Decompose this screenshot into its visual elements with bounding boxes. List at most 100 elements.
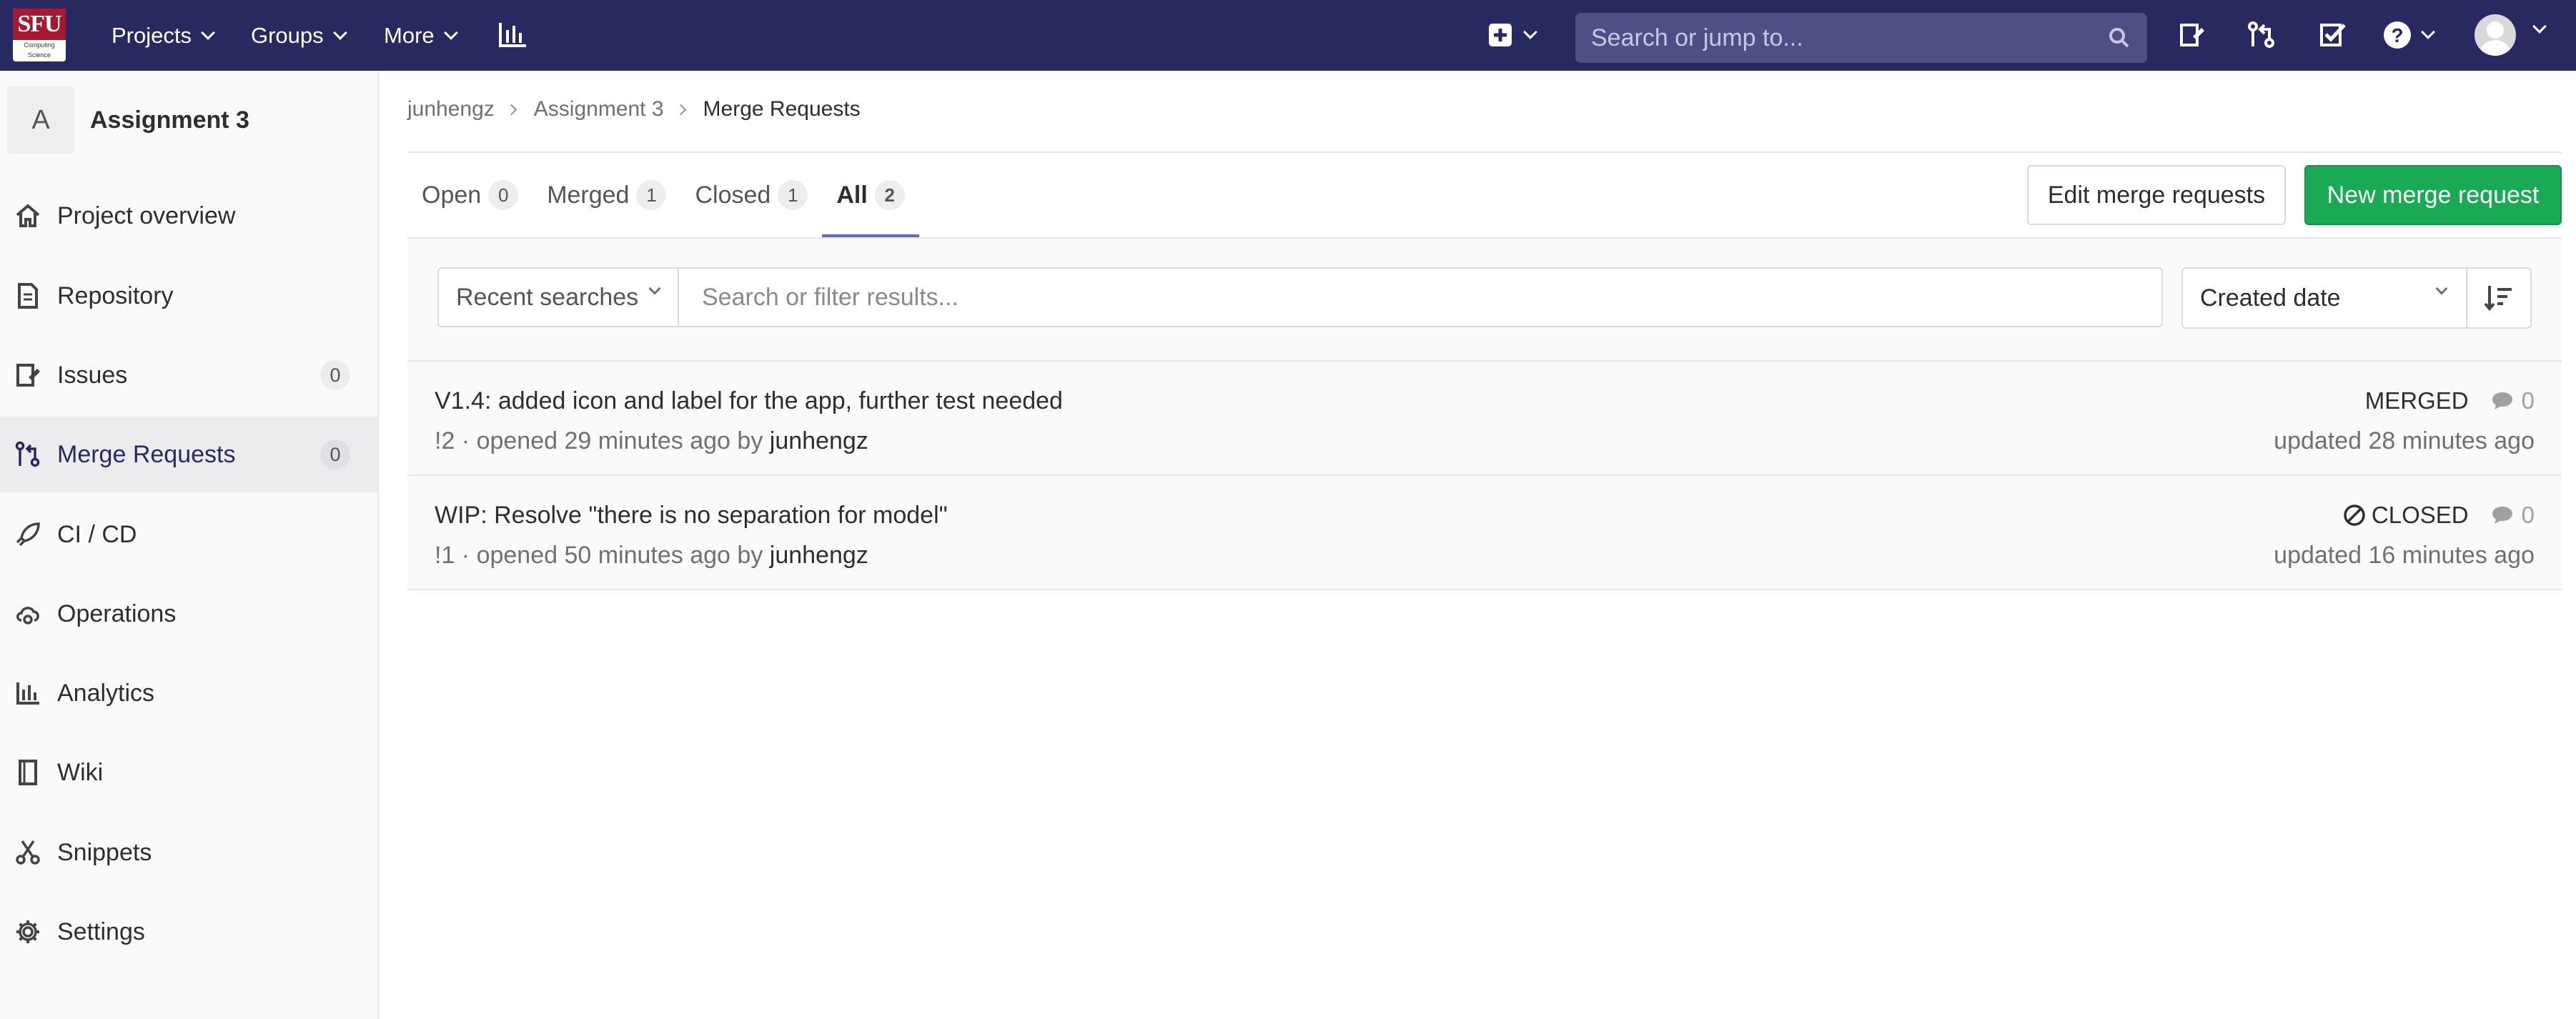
tab-label: All	[836, 181, 868, 209]
chevron-down-icon	[332, 25, 347, 40]
tab-count-badge: 0	[488, 180, 519, 210]
document-icon	[13, 282, 43, 309]
merge-request-title[interactable]: WIP: Resolve "there is no separation for…	[435, 502, 948, 530]
comment-icon	[2492, 392, 2512, 409]
comments-count[interactable]: 0	[2490, 387, 2535, 414]
chevron-down-icon	[201, 25, 215, 40]
new-dropdown[interactable]	[1488, 19, 1545, 51]
sort-direction-button[interactable]	[2466, 267, 2532, 329]
sort-dropdown[interactable]: Created date	[2181, 267, 2467, 329]
issues-icon[interactable]	[2177, 19, 2210, 51]
sidebar-item-label: Settings	[57, 918, 145, 945]
tab-count-badge: 1	[778, 180, 808, 210]
logo-subtext: Computing Science	[24, 41, 55, 59]
sidebar-item-operations[interactable]: Operations	[0, 576, 377, 652]
tab-merged[interactable]: Merged 1	[532, 153, 680, 237]
chevron-right-icon	[505, 104, 517, 115]
merge-request-row: V1.4: added icon and label for the app, …	[407, 362, 2562, 476]
merge-request-ref: !2 · opened 29 minutes ago by	[435, 427, 770, 454]
user-avatar[interactable]	[2475, 14, 2516, 56]
top-navbar: SFU Computing Science Projects Groups Mo…	[0, 0, 2576, 71]
breadcrumb-user[interactable]: junhengz	[407, 97, 495, 121]
sfu-logo[interactable]: SFU Computing Science	[13, 9, 66, 61]
issues-count-badge: 0	[320, 360, 350, 390]
more-menu[interactable]: More	[384, 0, 458, 71]
breadcrumb-current[interactable]: Merge Requests	[703, 97, 861, 121]
comments-number: 0	[2521, 387, 2535, 414]
tab-label: Open	[422, 181, 482, 209]
sidebar-item-analytics[interactable]: Analytics	[0, 655, 377, 731]
filter-bar: Recent searches Search or filter results…	[407, 239, 2562, 362]
recent-searches-label: Recent searches	[456, 283, 639, 311]
sidebar-item-label: Wiki	[57, 758, 104, 786]
merge-request-meta: !2 · opened 29 minutes ago by junhengz	[435, 427, 868, 455]
chevron-down-icon	[2421, 25, 2435, 39]
project-header[interactable]: A Assignment 3	[7, 86, 249, 154]
merge-request-updated: updated 16 minutes ago	[2274, 542, 2535, 569]
chevron-down-icon[interactable]	[2532, 19, 2547, 34]
breadcrumb-project[interactable]: Assignment 3	[534, 97, 664, 121]
groups-menu[interactable]: Groups	[251, 0, 347, 71]
chevron-down-icon	[648, 282, 661, 295]
tab-all[interactable]: All 2	[822, 153, 920, 237]
status-badge: MERGED	[2364, 387, 2469, 414]
sidebar-item-merge-requests[interactable]: Merge Requests 0	[0, 417, 377, 492]
comment-icon	[2492, 507, 2512, 524]
merge-request-status: MERGED 0	[2365, 387, 2535, 414]
activity-chart-icon[interactable]	[497, 19, 530, 51]
filter-placeholder: Search or filter results...	[702, 283, 959, 311]
merge-request-status: CLOSED 0	[2343, 502, 2535, 529]
chevron-down-icon	[443, 25, 458, 40]
closed-ban-icon	[2344, 504, 2365, 526]
merge-request-icon	[13, 441, 43, 468]
sidebar-item-project-overview[interactable]: Project overview	[0, 178, 377, 254]
sidebar-item-label: CI / CD	[57, 520, 137, 548]
help-dropdown[interactable]: ?	[2383, 19, 2440, 51]
filter-search-input[interactable]: Search or filter results...	[678, 267, 2163, 327]
merge-requests-icon[interactable]	[2247, 19, 2280, 51]
tab-closed[interactable]: Closed 1	[680, 153, 822, 237]
sidebar-item-wiki[interactable]: Wiki	[0, 735, 377, 810]
projects-menu[interactable]: Projects	[112, 0, 215, 71]
breadcrumb: junhengz Assignment 3 Merge Requests	[407, 97, 861, 121]
tab-count-badge: 2	[874, 180, 905, 210]
edit-merge-requests-button[interactable]: Edit merge requests	[2027, 165, 2286, 225]
comments-number: 0	[2521, 502, 2535, 528]
sidebar-item-label: Issues	[57, 361, 128, 389]
book-icon	[13, 759, 43, 786]
todos-icon[interactable]	[2319, 19, 2352, 51]
tab-label: Merged	[547, 181, 630, 209]
tab-label: Closed	[695, 181, 771, 209]
home-icon	[13, 202, 43, 229]
rocket-icon	[13, 521, 43, 548]
merge-request-title[interactable]: V1.4: added icon and label for the app, …	[435, 387, 1063, 415]
groups-label: Groups	[251, 22, 324, 48]
sidebar-item-label: Repository	[57, 282, 174, 309]
sidebar-item-issues[interactable]: Issues 0	[0, 337, 377, 413]
issues-icon	[13, 362, 43, 389]
sidebar-item-repository[interactable]: Repository	[0, 258, 377, 334]
sidebar-item-snippets[interactable]: Snippets	[0, 815, 377, 890]
search-icon	[2109, 28, 2129, 48]
projects-label: Projects	[112, 22, 192, 48]
logo-text: SFU	[13, 9, 66, 40]
scissors-icon	[13, 839, 43, 866]
merge-request-author[interactable]: junhengz	[770, 427, 868, 454]
status-badge: CLOSED	[2371, 502, 2469, 528]
merge-request-ref: !1 · opened 50 minutes ago by	[435, 542, 770, 569]
recent-searches-dropdown[interactable]: Recent searches	[437, 267, 679, 327]
merge-requests-count-badge: 0	[320, 439, 350, 469]
sidebar-item-settings[interactable]: Settings	[0, 894, 377, 970]
sidebar-item-label: Operations	[57, 600, 177, 627]
project-name: Assignment 3	[90, 106, 249, 134]
new-merge-request-button[interactable]: New merge request	[2304, 165, 2562, 225]
search-placeholder: Search or jump to...	[1591, 24, 1803, 51]
merge-request-meta: !1 · opened 50 minutes ago by junhengz	[435, 542, 868, 570]
comments-count[interactable]: 0	[2490, 502, 2535, 529]
more-label: More	[384, 22, 435, 48]
merge-request-author[interactable]: junhengz	[770, 542, 868, 569]
sidebar-item-ci-cd[interactable]: CI / CD	[0, 497, 377, 572]
tab-open[interactable]: Open 0	[407, 153, 532, 237]
global-search-input[interactable]: Search or jump to...	[1575, 13, 2147, 63]
merge-request-row: WIP: Resolve "there is no separation for…	[407, 476, 2562, 590]
